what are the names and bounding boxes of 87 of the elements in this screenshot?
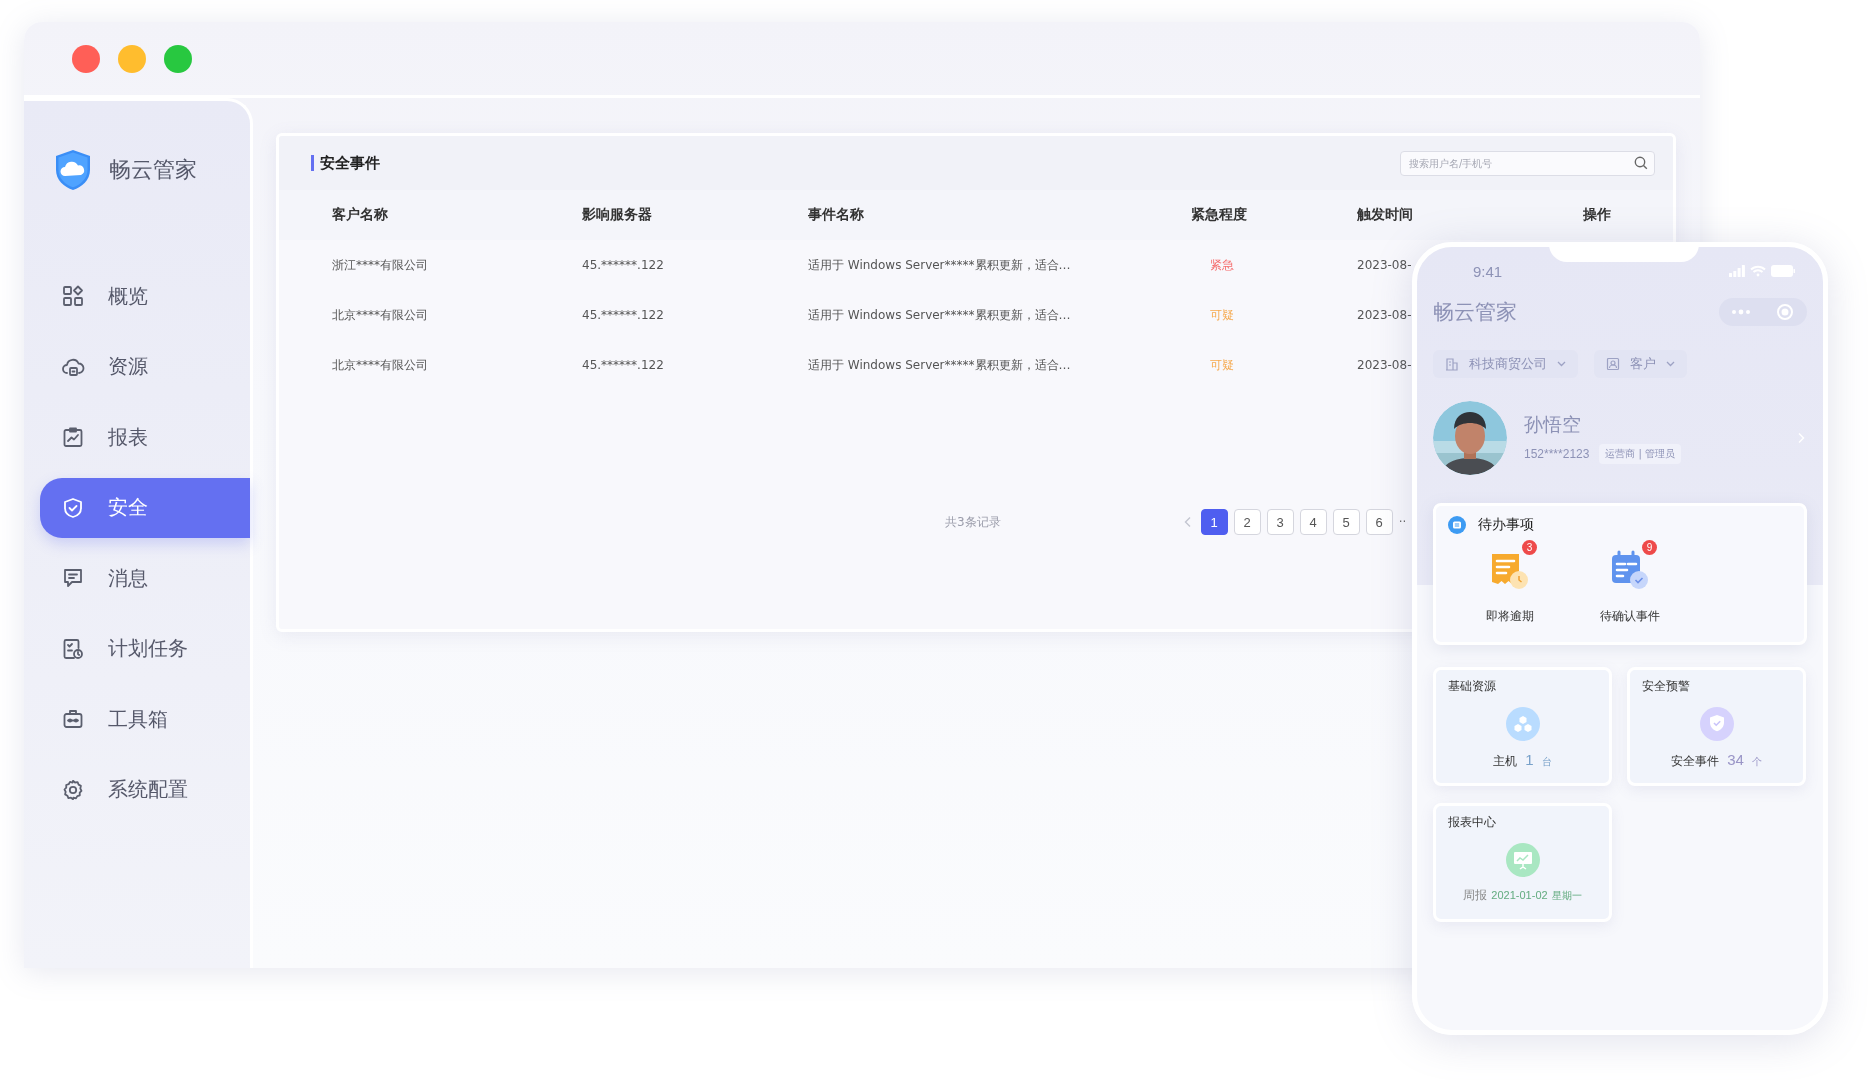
brand-name: 畅云管家 xyxy=(109,156,197,184)
stat-unit: 星期一 xyxy=(1551,889,1582,903)
stat-card[interactable]: 报表中心 周报 2021-01-02 星期一 xyxy=(1433,803,1612,922)
table-cell: 45.******.122 xyxy=(582,358,664,372)
table-cell: 北京****有限公司 xyxy=(332,307,428,322)
column-header: 触发时间 xyxy=(1357,190,1583,240)
sidebar-item[interactable]: 系统配置 xyxy=(40,759,250,820)
table-cell: 2023-08- xyxy=(1357,258,1412,272)
search-field[interactable]: 搜索用户名/手机号 xyxy=(1400,150,1655,176)
page-button[interactable]: 2 xyxy=(1233,509,1261,535)
sidebar-item[interactable]: 消息 xyxy=(40,548,250,608)
stat-card[interactable]: 基础资源 主机 1 台 xyxy=(1433,667,1612,786)
sidebar-item[interactable]: 安全 xyxy=(40,477,250,538)
todo-item[interactable]: 9 待确认事件 xyxy=(1590,540,1670,625)
table-cell: 2023-08- xyxy=(1357,308,1412,322)
stat-label: 安全事件 xyxy=(1671,753,1720,770)
signal-icon xyxy=(1729,265,1745,277)
urgency-label: 紧急 xyxy=(1209,256,1235,274)
table-cell: 45.******.122 xyxy=(582,308,664,322)
card-title: 安全预警 xyxy=(1642,678,1690,695)
grid-icon xyxy=(61,284,85,308)
page-button[interactable]: 3 xyxy=(1266,509,1294,535)
panel-title: 安全事件 xyxy=(311,155,380,171)
stat-card[interactable]: 安全预警 安全事件 34 个 xyxy=(1627,667,1806,786)
stat-value: 2021-01-02 xyxy=(1491,889,1548,901)
search-icon xyxy=(1634,156,1648,170)
stat-unit: 台 xyxy=(1541,755,1552,769)
user-name: 孙悟空 xyxy=(1524,412,1582,437)
window-zoom-button[interactable] xyxy=(164,44,192,73)
gear-icon xyxy=(61,777,85,802)
column-header: 事件名称 xyxy=(808,190,1191,240)
table-cell: 适用于 Windows Server*****累积更新，适合… xyxy=(808,307,1071,322)
app-title: 畅云管家 xyxy=(1433,299,1517,326)
card-title: 待办事项 xyxy=(1478,516,1534,534)
count-badge: 9 xyxy=(1642,540,1657,555)
table-cell: 适用于 Windows Server*****累积更新，适合… xyxy=(808,357,1071,372)
record-count: 共3条记录 xyxy=(945,513,1001,531)
card-title: 报表中心 xyxy=(1448,814,1496,831)
clipboard-chart-icon xyxy=(61,425,85,449)
contact-icon xyxy=(1606,357,1620,371)
user-phone: 152****2123 xyxy=(1524,447,1590,461)
message-icon xyxy=(61,566,85,590)
todo-item[interactable]: 3 即将逾期 xyxy=(1470,540,1550,625)
window-close-button[interactable] xyxy=(72,44,100,73)
table-cell: 2023-08- xyxy=(1357,358,1412,372)
toolbox-icon xyxy=(61,707,85,731)
page-button[interactable]: 5 xyxy=(1332,509,1360,535)
sidebar-item[interactable]: 报表 xyxy=(40,407,250,467)
table-cell: 45.******.122 xyxy=(582,258,664,272)
card-title: 基础资源 xyxy=(1448,678,1496,695)
shield-cloud-logo xyxy=(54,149,92,191)
table-cell: 北京****有限公司 xyxy=(332,357,428,372)
more-pages-icon[interactable]: ·· xyxy=(1398,515,1407,529)
table-cell: 适用于 Windows Server*****累积更新，适合… xyxy=(808,257,1071,272)
urgency-label: 可疑 xyxy=(1209,306,1235,324)
column-header: 操作 xyxy=(1583,190,1673,240)
list-icon xyxy=(1448,516,1466,534)
column-header: 客户名称 xyxy=(279,190,582,240)
column-header: 影响服务器 xyxy=(582,190,808,240)
sidebar-item[interactable]: 概览 xyxy=(40,266,250,326)
building-icon xyxy=(1445,357,1459,371)
column-header: 紧急程度 xyxy=(1191,190,1357,240)
sidebar-item[interactable]: 工具箱 xyxy=(40,689,250,749)
page-button[interactable]: 1 xyxy=(1200,509,1228,535)
battery-icon xyxy=(1771,265,1795,277)
shield-check-icon xyxy=(61,495,85,520)
table-cell: 浙江****有限公司 xyxy=(332,257,428,272)
caret-icon xyxy=(1666,361,1675,367)
stat-label: 主机 xyxy=(1493,753,1518,770)
role-tag: 运营商 | 管理员 xyxy=(1599,444,1682,464)
stat-value: 1 xyxy=(1525,751,1534,768)
sidebar-item[interactable]: 资源 xyxy=(40,336,250,397)
status-time: 9:41 xyxy=(1473,262,1503,280)
page-button[interactable]: 4 xyxy=(1299,509,1327,535)
page-button[interactable]: 6 xyxy=(1365,509,1393,535)
calendar-clock-icon xyxy=(61,636,85,661)
sidebar-item[interactable]: 计划任务 xyxy=(40,618,250,679)
window-minimize-button[interactable] xyxy=(118,44,146,73)
mini-program-capsule[interactable] xyxy=(1719,298,1807,326)
count-badge: 3 xyxy=(1522,540,1537,555)
stat-value: 34 xyxy=(1727,751,1744,768)
stat-label: 周报 xyxy=(1463,887,1488,904)
wifi-icon xyxy=(1750,265,1766,277)
stat-unit: 个 xyxy=(1751,755,1762,769)
calendar-check-icon xyxy=(1609,550,1651,592)
urgency-label: 可疑 xyxy=(1209,356,1235,374)
caret-icon xyxy=(1557,361,1566,367)
